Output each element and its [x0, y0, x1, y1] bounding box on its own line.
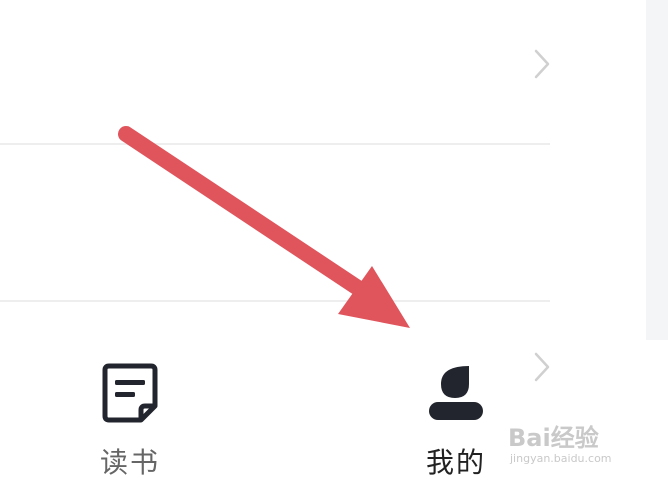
book-note-icon: [102, 363, 158, 423]
chevron-right-icon: [534, 49, 550, 79]
watermark-logo: Bai经验: [508, 424, 599, 452]
profile-icon: [429, 366, 483, 420]
settings-list: [0, 0, 560, 382]
watermark: Bai经验 jingyan.baidu.com: [508, 410, 658, 472]
scrollbar-track[interactable]: [646, 0, 668, 340]
list-item[interactable]: [0, 0, 560, 144]
divider: [0, 300, 550, 302]
tab-read[interactable]: 读书: [50, 340, 210, 484]
tab-label: 读书: [99, 446, 160, 479]
watermark-url: jingyan.baidu.com: [510, 452, 612, 465]
list-item[interactable]: [0, 144, 560, 382]
